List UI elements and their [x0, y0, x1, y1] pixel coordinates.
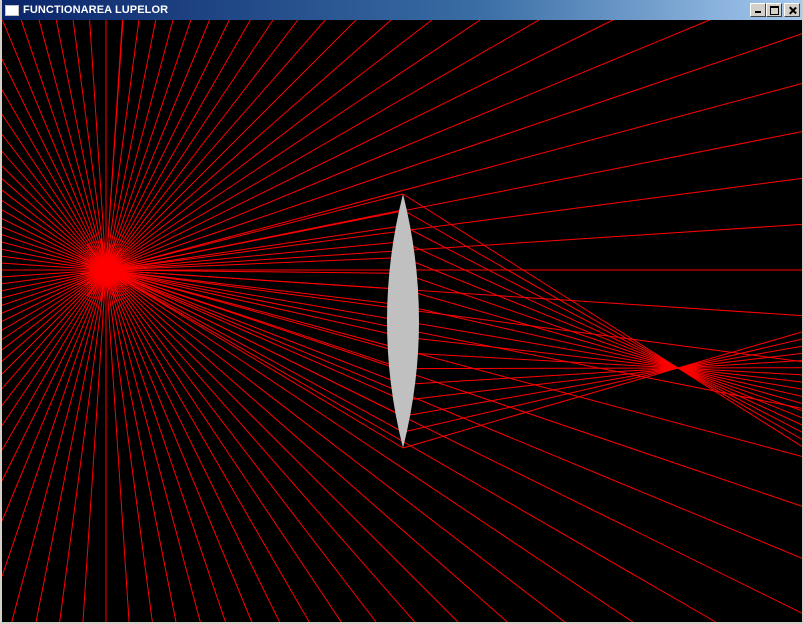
window-title: FUNCTIONAREA LUPELOR	[23, 4, 169, 16]
window-controls	[750, 3, 800, 17]
maximize-button[interactable]	[766, 3, 782, 17]
minimize-button[interactable]	[750, 3, 766, 17]
app-window: FUNCTIONAREA LUPELOR	[0, 0, 804, 624]
drawing-canvas	[2, 20, 802, 622]
optics-scene	[2, 20, 802, 622]
title-bar[interactable]: FUNCTIONAREA LUPELOR	[2, 0, 802, 20]
close-button[interactable]	[784, 3, 800, 17]
app-window-icon[interactable]	[5, 4, 19, 16]
